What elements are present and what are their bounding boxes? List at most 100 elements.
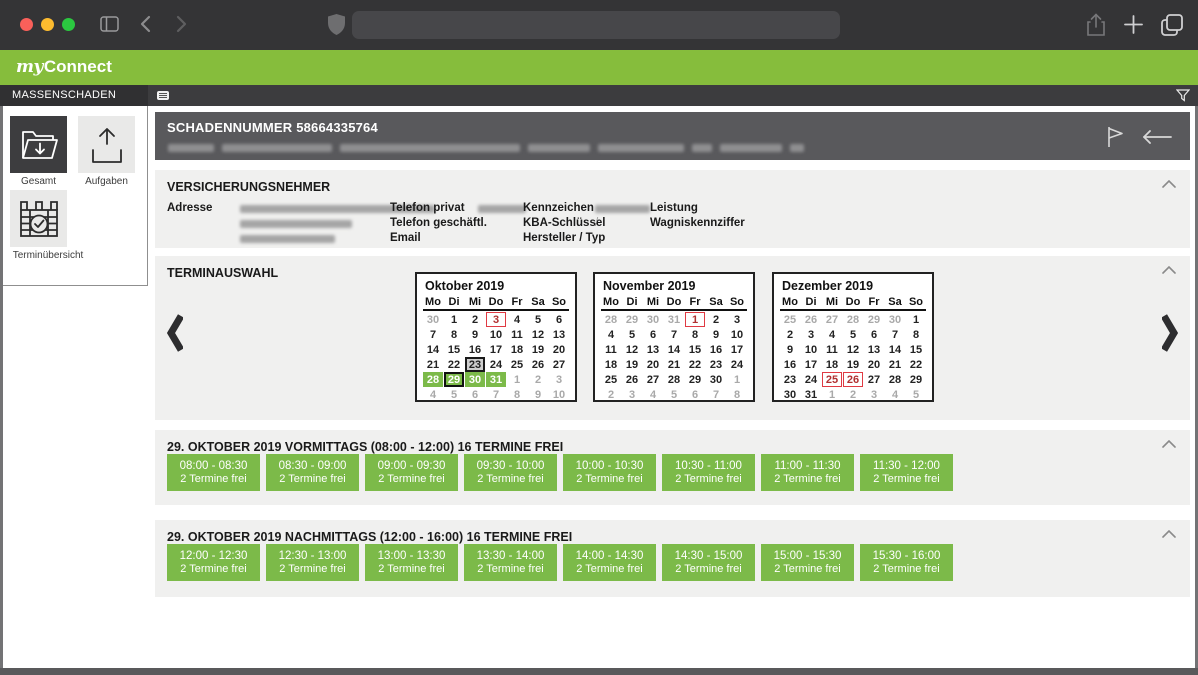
timeslot-time: 11:00 - 11:30 [774,460,840,472]
forward-icon[interactable] [176,15,187,33]
timeslot-button[interactable]: 09:30 - 10:002 Termine frei [464,454,557,491]
timeslot-button[interactable]: 12:00 - 12:302 Termine frei [167,544,260,581]
timeslot-button[interactable]: 13:30 - 14:002 Termine frei [464,544,557,581]
calendar-month-title: November 2019 [601,279,747,293]
weekday-label: So [549,296,569,308]
calendar-day[interactable]: 29 [444,372,464,387]
next-months-button[interactable] [1162,314,1178,352]
redacted-plate-value [595,205,650,213]
address-bar[interactable] [352,11,840,39]
calendar-day: 23 [465,357,485,372]
calendar-day: 25 [780,312,800,327]
timeslot-button[interactable]: 14:30 - 15:002 Termine frei [662,544,755,581]
calendar-day: 3 [801,327,821,342]
sidebar-icon[interactable] [100,16,119,32]
calendar-day: 8 [507,387,527,402]
calendar-day: 2 [780,327,800,342]
app-logo: myConnect [16,57,112,77]
email-label: Email [390,232,421,244]
close-window-button[interactable] [20,18,33,31]
sidebar-item-aufgaben[interactable] [78,116,135,173]
sidebar-item-terminuebersicht[interactable] [10,190,67,247]
weekday-label: Sa [885,296,905,308]
calendar-day[interactable]: 28 [423,372,443,387]
calendar-day-grid: 2526272829301234567891011121314151617181… [780,312,926,402]
timeslot-button[interactable]: 10:30 - 11:002 Termine frei [662,454,755,491]
calendar-day: 16 [465,342,485,357]
weekday-label: Fr [507,296,527,308]
calendar-day[interactable]: 30 [465,372,485,387]
filter-icon[interactable] [1176,89,1190,102]
weekday-label: Do [843,296,863,308]
weekday-label: Do [664,296,684,308]
calendar-day: 30 [885,312,905,327]
minimize-window-button[interactable] [41,18,54,31]
calendar-day: 6 [864,327,884,342]
menu-icon[interactable] [157,91,169,100]
timeslot-time: 14:30 - 15:00 [675,550,743,562]
calendar-day: 30 [423,312,443,327]
calendar-day[interactable]: 31 [486,372,506,387]
zoom-window-button[interactable] [62,18,75,31]
share-icon[interactable] [1086,13,1106,37]
calendar-day: 24 [801,372,821,387]
calendar-day: 22 [906,357,926,372]
sidebar-item-gesamt[interactable] [10,116,67,173]
calendar-day: 4 [643,387,663,402]
manufacturer-label: Hersteller / Typ [523,232,605,244]
timeslot-button[interactable]: 13:00 - 13:302 Termine frei [365,544,458,581]
weekday-label: Fr [864,296,884,308]
kba-label: KBA-Schlüssel [523,217,605,229]
policyholder-title: VERSICHERUNGSNEHMER [167,180,330,194]
timeslot-free-count: 2 Termine frei [279,563,345,575]
timeslot-time: 08:00 - 08:30 [180,460,248,472]
timeslot-button[interactable]: 15:00 - 15:302 Termine frei [761,544,854,581]
calendar-day: 22 [444,357,464,372]
logo-bold-part: Connect [44,57,112,76]
calendar-day: 2 [601,387,621,402]
timeslot-button[interactable]: 08:30 - 09:002 Termine frei [266,454,359,491]
collapse-chevron-icon[interactable] [1162,180,1176,188]
collapse-chevron-icon[interactable] [1162,440,1176,448]
weekday-label: Mi [465,296,485,308]
timeslot-button[interactable]: 09:00 - 09:302 Termine frei [365,454,458,491]
new-tab-icon[interactable] [1124,15,1143,34]
timeslot-time: 11:30 - 12:00 [873,460,940,472]
redacted-phone-value [478,205,526,213]
timeslot-free-count: 2 Termine frei [378,563,444,575]
calendar-day: 25 [601,372,621,387]
calendar-day: 28 [885,372,905,387]
calendar-month: November 2019 MoDiMiDoFrSaSo 28293031123… [593,272,755,402]
flag-icon[interactable] [1106,125,1124,148]
timeslot-free-count: 2 Termine frei [576,473,642,485]
calendar-day: 4 [423,387,443,402]
calendar-day: 29 [685,372,705,387]
calendar-day: 16 [780,357,800,372]
timeslot-button[interactable]: 11:30 - 12:002 Termine frei [860,454,953,491]
shield-icon[interactable] [328,14,345,35]
back-icon[interactable] [140,15,151,33]
tab-massenschaden[interactable]: MASSENSCHADEN [0,85,148,106]
timeslot-time: 15:00 - 15:30 [774,550,842,562]
timeslot-button[interactable]: 08:00 - 08:302 Termine frei [167,454,260,491]
calendar-day: 16 [706,342,726,357]
weekday-label: Di [622,296,642,308]
timeslot-button[interactable]: 14:00 - 14:302 Termine frei [563,544,656,581]
timeslot-button[interactable]: 10:00 - 10:302 Termine frei [563,454,656,491]
timeslot-time: 15:30 - 16:00 [873,550,941,562]
calendar-weekday-row: MoDiMiDoFrSaSo [601,296,747,311]
arrow-left-icon[interactable] [1142,130,1172,144]
calendar-day: 31 [664,312,684,327]
timeslot-free-count: 2 Termine frei [774,563,840,575]
previous-months-button[interactable] [167,314,183,352]
calendar-day: 4 [822,327,842,342]
collapse-chevron-icon[interactable] [1162,266,1176,274]
collapse-chevron-icon[interactable] [1162,530,1176,538]
calendar-day: 18 [822,357,842,372]
timeslot-button[interactable]: 12:30 - 13:002 Termine frei [266,544,359,581]
calendar-day: 12 [622,342,642,357]
timeslot-button[interactable]: 15:30 - 16:002 Termine frei [860,544,953,581]
calendar-month-title: Dezember 2019 [780,279,926,293]
tabs-icon[interactable] [1160,13,1184,37]
timeslot-button[interactable]: 11:00 - 11:302 Termine frei [761,454,854,491]
